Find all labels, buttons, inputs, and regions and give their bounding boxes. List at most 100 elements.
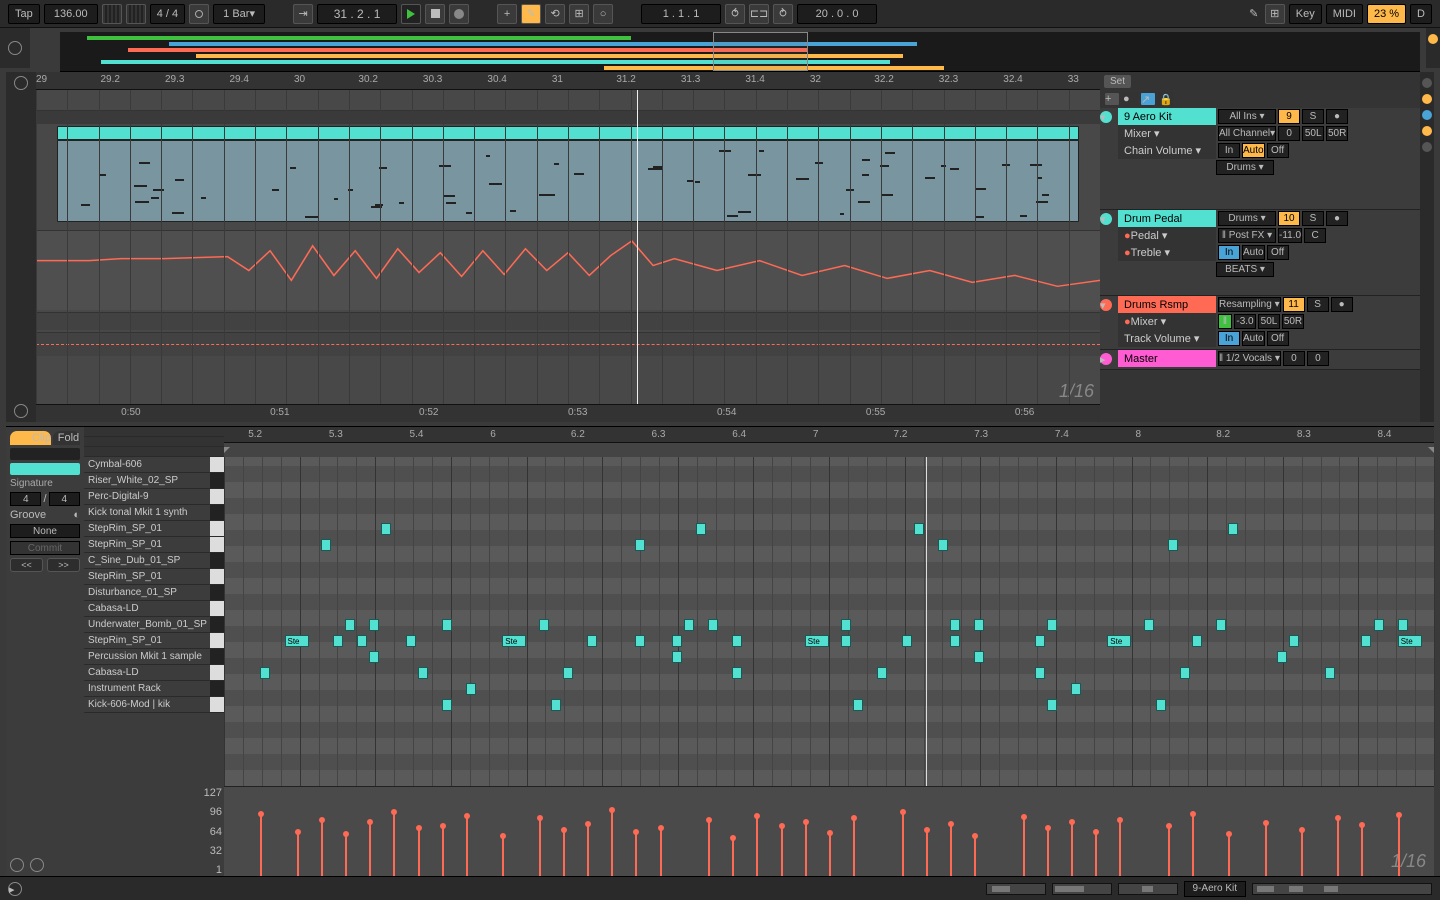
piano-key[interactable] (210, 569, 224, 584)
track-name[interactable]: Drums Rsmp (1118, 296, 1216, 313)
clip-name-field[interactable] (10, 448, 80, 460)
monitor-off[interactable]: Off (1267, 143, 1289, 158)
drum-lane-row[interactable]: Cymbal-606 (84, 457, 224, 473)
velocity-lane[interactable]: 1279664321 1/16 (224, 786, 1434, 876)
groove-field[interactable]: None (10, 524, 80, 538)
output-routing[interactable]: Drums ▾ (1216, 160, 1274, 175)
groove-hotswap-icon[interactable]: ◐ (73, 509, 80, 521)
midi-note[interactable] (1047, 699, 1057, 711)
capture-button[interactable]: ⊞ (569, 4, 589, 24)
velocity-marker[interactable] (974, 836, 976, 876)
velocity-marker[interactable] (756, 816, 758, 876)
midi-note[interactable] (466, 683, 476, 695)
track-name[interactable]: 9 Aero Kit (1118, 108, 1216, 125)
midi-note[interactable] (950, 635, 960, 647)
midi-note[interactable] (321, 539, 331, 551)
automation-chooser[interactable]: Track Volume ▾ (1118, 330, 1216, 347)
midi-map-toggle[interactable]: MIDI (1326, 4, 1363, 24)
midi-note[interactable]: Ste (1107, 635, 1131, 647)
monitor-auto[interactable]: Auto (1242, 143, 1265, 158)
velocity-marker[interactable] (369, 822, 371, 876)
activator[interactable]: ‖ (1218, 314, 1232, 329)
lock-icon[interactable]: 🔒 (1158, 92, 1174, 106)
drum-lane-row[interactable]: Kick-606-Mod | kik (84, 697, 224, 713)
midi-note[interactable] (1168, 539, 1178, 551)
clip-tool-b-icon[interactable] (30, 858, 44, 872)
master-pan[interactable]: 0 (1307, 351, 1329, 366)
piano-key[interactable] (210, 489, 224, 504)
send-a[interactable]: 50L (1302, 126, 1324, 141)
velocity-marker[interactable] (1398, 815, 1400, 876)
midi-note[interactable] (902, 635, 912, 647)
send-a[interactable]: 50L (1258, 314, 1280, 329)
monitor-off[interactable]: Off (1267, 331, 1289, 346)
device-chooser[interactable]: ● Pedal ▾ (1118, 227, 1216, 244)
fold-toggle-icon[interactable]: ▾ (1100, 299, 1112, 311)
drum-lane-row[interactable]: StepRim_SP_01 (84, 537, 224, 553)
velocity-marker[interactable] (1337, 818, 1339, 876)
automation-chooser[interactable]: ● Treble ▾ (1118, 244, 1216, 261)
midi-note[interactable] (1361, 635, 1371, 647)
tracks-collapse-icon[interactable] (14, 76, 28, 90)
velocity-marker[interactable] (781, 826, 783, 876)
automation-mode-icon[interactable]: ↗ (1140, 92, 1156, 106)
drum-lane-row[interactable]: StepRim_SP_01 (84, 521, 224, 537)
overview-viewport[interactable] (713, 32, 808, 71)
loop-length-field[interactable]: 20 . 0 . 0 (797, 4, 877, 24)
drum-lane-row[interactable]: Percussion Mkit 1 sample (84, 649, 224, 665)
midi-note[interactable] (635, 635, 645, 647)
input-channel[interactable]: All Channel▾ (1218, 126, 1276, 141)
monitor-auto[interactable]: Auto (1242, 245, 1265, 260)
piano-key[interactable] (210, 473, 224, 488)
midi-note[interactable] (418, 667, 428, 679)
midi-note[interactable] (1071, 683, 1081, 695)
velocity-marker[interactable] (853, 818, 855, 876)
sig-numerator[interactable]: 4 (157, 8, 163, 20)
midi-note[interactable] (635, 539, 645, 551)
midi-note[interactable] (877, 667, 887, 679)
midi-note[interactable] (1144, 619, 1154, 631)
midi-note[interactable] (1277, 651, 1287, 663)
nudge-down-button[interactable] (102, 4, 122, 24)
piano-key[interactable] (210, 537, 224, 552)
returns-toggle[interactable] (1422, 110, 1432, 120)
automation-arm-toggle[interactable]: ✎ (521, 4, 541, 24)
keyboard-toggle[interactable]: ⊞ (1265, 4, 1285, 24)
midi-note[interactable] (841, 635, 851, 647)
midi-note[interactable] (369, 651, 379, 663)
midi-note[interactable] (1374, 619, 1384, 631)
song-position[interactable]: 31 . 2 . 1 (317, 4, 397, 24)
velocity-marker[interactable] (466, 816, 468, 876)
velocity-marker[interactable] (321, 820, 323, 876)
velocity-marker[interactable] (345, 834, 347, 876)
midi-note[interactable] (1398, 619, 1408, 631)
drum-lane-row[interactable]: Cabasa-LD (84, 665, 224, 681)
fold-toggle-icon[interactable]: ▸ (1100, 353, 1112, 365)
velocity-marker[interactable] (1023, 817, 1025, 876)
drum-lane-row[interactable]: Cabasa-LD (84, 601, 224, 617)
track-number[interactable]: 11 (1283, 297, 1305, 312)
midi-note[interactable] (732, 635, 742, 647)
midi-note[interactable] (1180, 667, 1190, 679)
velocity-marker[interactable] (297, 832, 299, 876)
velocity-marker[interactable] (587, 824, 589, 876)
device-chooser[interactable]: Mixer ▾ (1118, 125, 1216, 142)
track-name[interactable]: Drum Pedal (1118, 210, 1216, 227)
monitor-off[interactable]: Off (1267, 245, 1289, 260)
midi-note[interactable]: Ste (1398, 635, 1422, 647)
record-button[interactable] (449, 4, 469, 24)
velocity-marker[interactable] (502, 836, 504, 876)
input-routing[interactable]: Drums ▾ (1218, 211, 1276, 226)
velocity-marker[interactable] (829, 833, 831, 876)
midi-note-grid[interactable]: SteSteSteSteSte (224, 457, 1434, 786)
overdub-toggle[interactable]: + (497, 4, 517, 24)
midi-note[interactable] (539, 619, 549, 631)
midi-note[interactable] (1228, 523, 1238, 535)
clip-color-swatch[interactable] (10, 463, 80, 475)
stop-button[interactable] (425, 4, 445, 24)
output-routing[interactable]: BEATS ▾ (1216, 262, 1274, 277)
midi-note[interactable] (938, 539, 948, 551)
midi-note[interactable] (841, 619, 851, 631)
piano-key[interactable] (210, 665, 224, 680)
midi-note[interactable] (442, 619, 452, 631)
